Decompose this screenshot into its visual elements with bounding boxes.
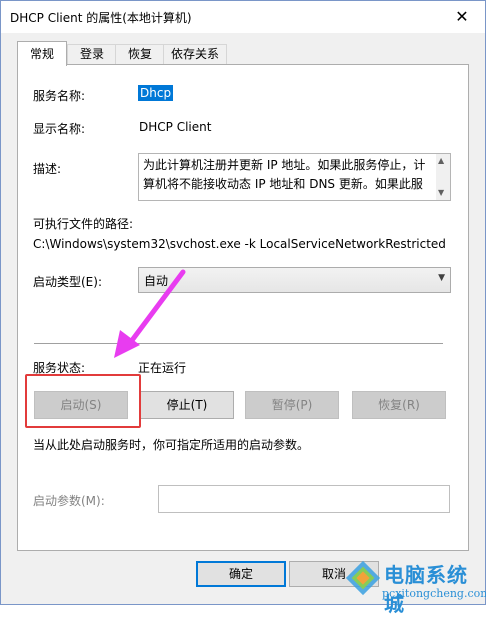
watermark-logo-icon (345, 560, 381, 596)
tab-general[interactable]: 常规 (17, 41, 67, 66)
watermark-url: pcxitongcheng.com (382, 587, 486, 600)
watermark: 电脑系统城 pcxitongcheng.com (336, 553, 486, 616)
annotation-arrow (114, 269, 186, 358)
